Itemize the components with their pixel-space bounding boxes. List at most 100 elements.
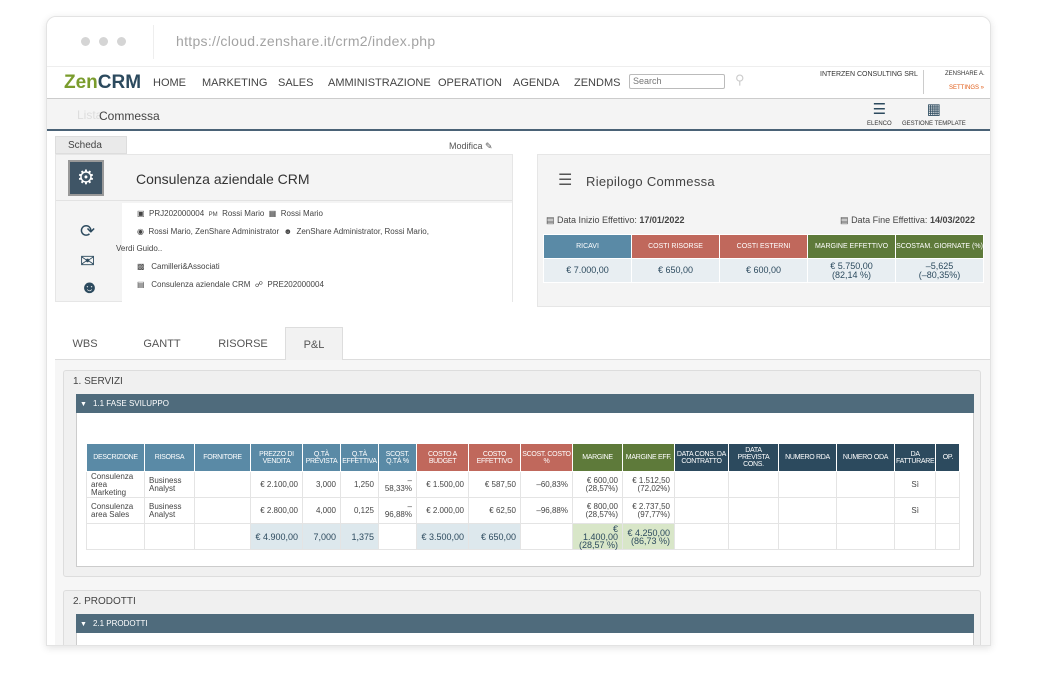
collapse-icon: ▼ — [80, 401, 87, 408]
table-cell: € 1.512,50 (72,02%) — [622, 471, 675, 498]
col-header[interactable]: COSTO EFFETTIVO — [468, 443, 521, 472]
col-header[interactable]: FORNITORE — [194, 443, 251, 472]
table-cell: Business Analyst — [144, 497, 195, 524]
table-cell: € 2.000,00 — [416, 497, 469, 524]
col-ricavi: RICAVI — [543, 234, 632, 259]
table-cell — [935, 523, 961, 550]
tab-risorse[interactable]: RISORSE — [203, 327, 283, 360]
col-header[interactable]: Q.TÀ PREVISTA — [302, 443, 341, 472]
col-header[interactable]: OP. — [935, 443, 961, 472]
nav-home[interactable]: HOME — [153, 77, 186, 89]
table-cell — [836, 523, 895, 550]
end-date: ▤ Data Fine Effettiva: 14/03/2022 — [840, 215, 975, 225]
company-name[interactable]: INTERZEN CONSULTING SRL — [820, 71, 918, 78]
table-cell: € 3.500,00 — [416, 523, 469, 550]
nav-zendms[interactable]: ZENDMS — [574, 77, 620, 89]
nav-operation[interactable]: OPERATION — [438, 77, 502, 89]
table-cell — [520, 523, 573, 550]
sync-icon[interactable]: ⟳ — [80, 221, 95, 242]
table-cell: 1,375 — [340, 523, 379, 550]
address-bar[interactable]: https://cloud.zenshare.it/crm2/index.php — [176, 33, 435, 49]
nav-marketing[interactable]: MARKETING — [202, 77, 267, 89]
table-cell: € 600,00 (28,57%) — [572, 471, 623, 498]
gestione-template-button[interactable]: ▦ GESTIONE TEMPLATE — [902, 101, 966, 127]
val-scostamento: –5,625 (–80,35%) — [895, 258, 984, 283]
table-cell — [836, 471, 895, 498]
prodotti-bar[interactable]: ▼ 2.1 PRODOTTI — [76, 614, 974, 633]
project-title: Consulenza aziendale CRM — [136, 171, 310, 187]
modifica-button[interactable]: Modifica ✎ — [449, 141, 493, 152]
val-margine: € 5.750,00 (82,14 %) — [807, 258, 896, 283]
tab-gantt[interactable]: GANTT — [127, 327, 197, 360]
project-details: ▣ PRJ202000004 PM Rossi Mario ▦ Rossi Ma… — [116, 203, 512, 302]
col-header[interactable]: MARGINE EFF. — [622, 443, 675, 472]
col-header[interactable]: MARGINE — [572, 443, 623, 472]
servizi-title: 1. SERVIZI — [73, 376, 123, 387]
col-costi-risorse: COSTI RISORSE — [631, 234, 720, 259]
tab-scheda[interactable]: Scheda — [55, 136, 127, 154]
servizi-table-box: DESCRIZIONE RISORSA FORNITORE PREZZO DI VEN… — [76, 413, 974, 567]
tab-pl[interactable]: P&L — [285, 327, 343, 360]
project-code: ▣ PRJ202000004 PM Rossi Mario ▦ Rossi Ma… — [137, 209, 323, 218]
prodotti-title: 2. PRODOTTI — [73, 596, 136, 607]
col-header[interactable]: NUMERO RDA — [778, 443, 837, 472]
table-cell: 7,000 — [302, 523, 341, 550]
table-cell: 4,000 — [302, 497, 341, 524]
table-cell — [144, 523, 195, 550]
col-header[interactable]: RISORSA — [144, 443, 195, 472]
window-dot-close[interactable] — [81, 37, 90, 46]
nav-agenda[interactable]: AGENDA — [513, 77, 559, 89]
table-cell: € 650,00 — [468, 523, 521, 550]
col-header[interactable]: DATA CONS. DA CONTRATTO — [674, 443, 729, 472]
list-icon: ☰ — [872, 101, 887, 118]
table-cell: € 800,00 (28,57%) — [572, 497, 623, 524]
col-header[interactable]: NUMERO ODA — [836, 443, 895, 472]
pl-content: 1. SERVIZI ▼ 1.1 FASE SVILUPPO DESCRIZION… — [55, 360, 990, 645]
user-add-icon[interactable]: ☻ — [80, 277, 99, 298]
top-navigation: ZenCRM HOME MARKETING SALES AMMINISTRAZI… — [47, 67, 990, 99]
val-ricavi: € 7.000,00 — [543, 258, 632, 283]
chrome-separator — [153, 25, 154, 59]
table-cell: Business Analyst — [144, 471, 195, 498]
project-opportunity[interactable]: ▤ Consulenza aziendale CRM ☍ PRE20200000… — [137, 280, 324, 289]
col-header[interactable]: DATA PREVISTA CONS. — [728, 443, 779, 472]
nav-separator — [923, 70, 924, 94]
summary-icon: ☰ — [558, 172, 573, 189]
fase-sviluppo-bar[interactable]: ▼ 1.1 FASE SVILUPPO — [76, 394, 974, 413]
table-cell: € 62,50 — [468, 497, 521, 524]
val-costi-esterni: € 600,00 — [719, 258, 808, 283]
zencrm-logo[interactable]: ZenCRM — [64, 72, 141, 94]
nav-amministrazione[interactable]: AMMINISTRAZIONE — [328, 77, 431, 89]
search-icon[interactable]: ⚲ — [735, 72, 745, 88]
col-header[interactable]: COSTO A BUDGET — [416, 443, 469, 472]
table-cell — [728, 497, 779, 524]
nav-sales[interactable]: SALES — [278, 77, 313, 89]
mail-add-icon[interactable]: ✉ — [80, 251, 95, 272]
settings-link[interactable]: SETTINGS » — [949, 85, 984, 91]
col-header[interactable]: SCOST. Q.TÀ % — [378, 443, 417, 472]
col-header[interactable]: PREZZO DI VENDITA — [250, 443, 303, 472]
window-dot-minimize[interactable] — [99, 37, 108, 46]
tab-wbs[interactable]: WBS — [55, 327, 115, 360]
cpq-icon: ▦ — [926, 101, 941, 118]
col-header[interactable]: DESCRIZIONE — [86, 443, 145, 472]
table-cell — [728, 523, 779, 550]
window-dot-maximize[interactable] — [117, 37, 126, 46]
project-team-more[interactable]: Verdi Guido.. — [116, 244, 162, 253]
browser-window: https://cloud.zenshare.it/crm2/index.php… — [46, 16, 991, 646]
search-input[interactable]: Search — [629, 74, 725, 89]
project-client[interactable]: ▩ Camilleri&Associati — [137, 262, 220, 271]
table-cell — [86, 523, 145, 550]
section-tabs: WBS GANTT RISORSE P&L — [55, 327, 990, 360]
table-cell: € 1.500,00 — [416, 471, 469, 498]
user-name[interactable]: ZENSHARE A. — [945, 71, 985, 77]
table-cell: –96,88% — [378, 497, 417, 524]
start-date: ▤ Data Inizio Effettivo: 17/01/2022 — [546, 215, 685, 225]
table-cell — [778, 471, 837, 498]
col-header[interactable]: Q.TÀ EFFETTIVA — [340, 443, 379, 472]
col-header[interactable]: DA FATTURARE — [893, 443, 937, 472]
table-row: Consulenza area Sales Business Analyst € 2… — [86, 497, 961, 524]
table-cell — [836, 497, 895, 524]
col-header[interactable]: SCOST. COSTO % — [520, 443, 573, 472]
elenco-button[interactable]: ☰ ELENCO — [867, 101, 892, 127]
